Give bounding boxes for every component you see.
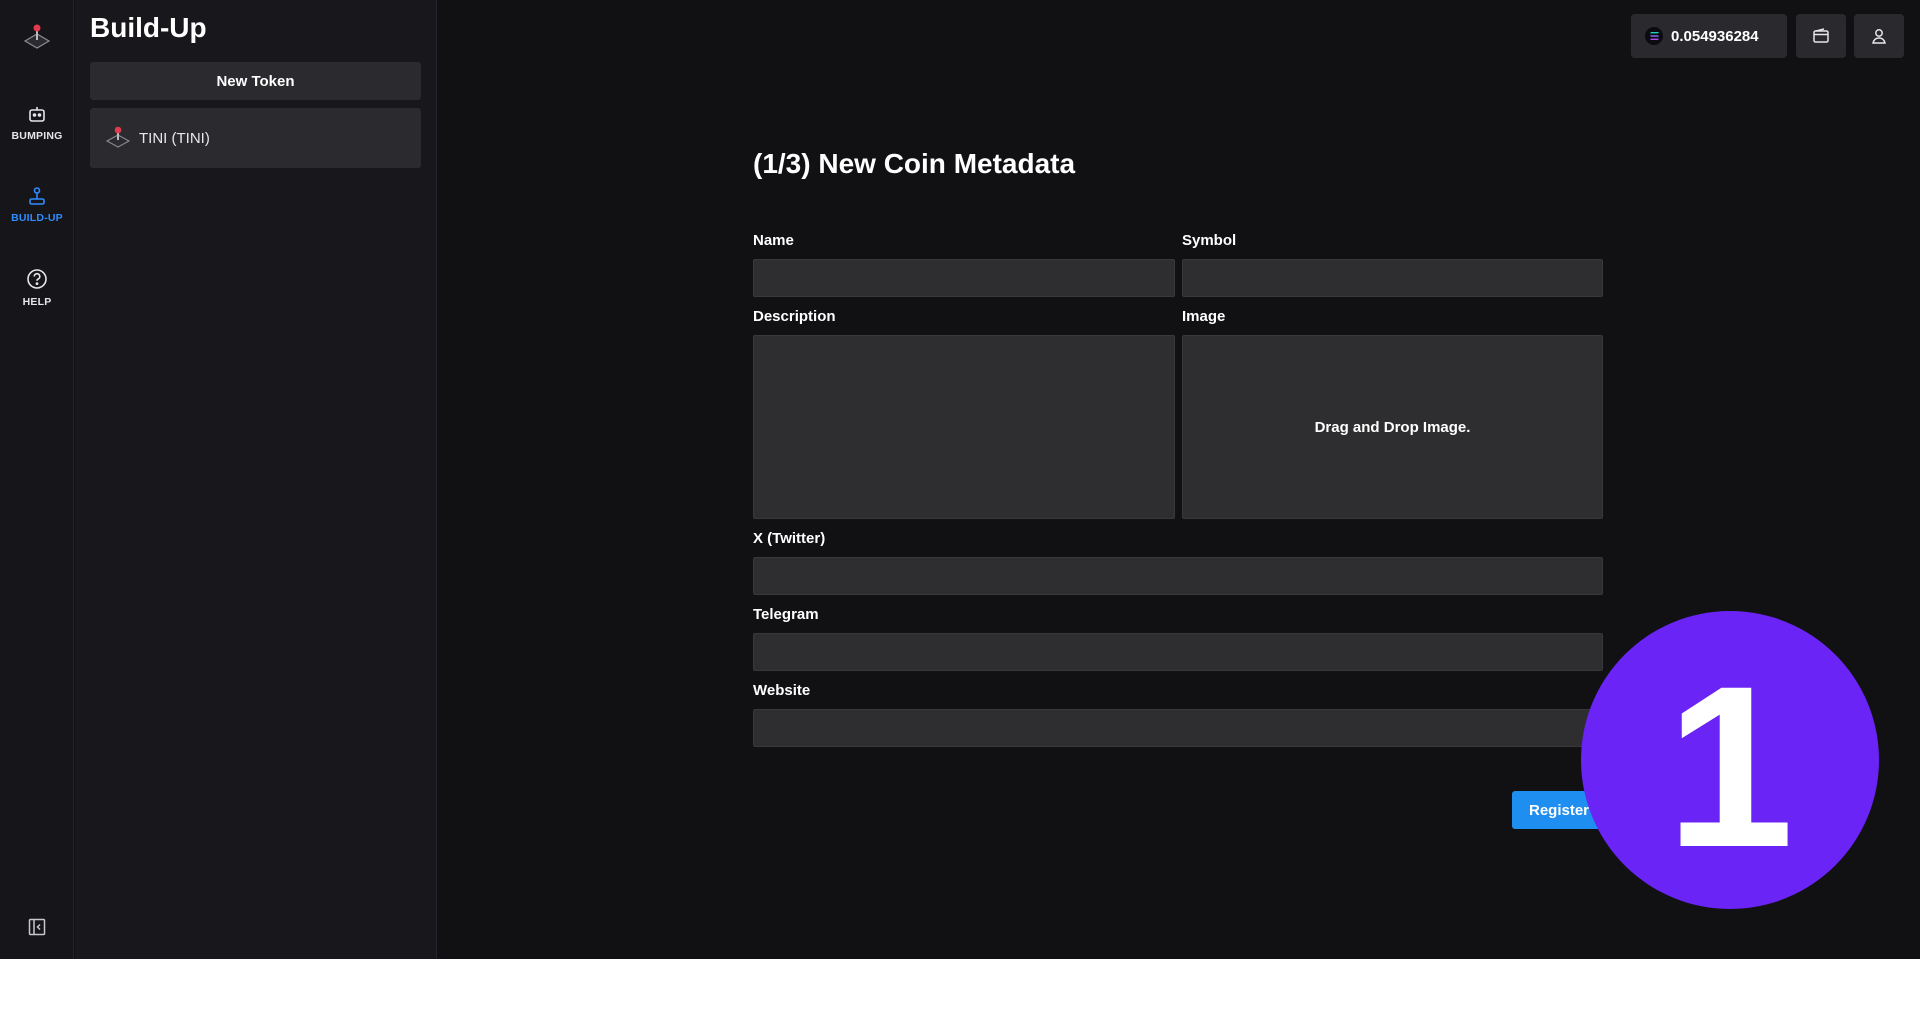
- form-title: (1/3) New Coin Metadata: [753, 148, 1076, 179]
- sidebar-collapse-icon[interactable]: [28, 918, 46, 936]
- name-label: Name: [753, 232, 794, 249]
- rail-item-label: BUMPING: [11, 130, 63, 142]
- description-label: Description: [753, 308, 836, 325]
- new-token-button[interactable]: New Token: [90, 62, 421, 100]
- image-label: Image: [1182, 308, 1226, 325]
- joystick-icon: [105, 126, 131, 148]
- profile-button[interactable]: [1854, 14, 1904, 58]
- help-circle-icon: [27, 269, 47, 289]
- rail-item-label: HELP: [22, 296, 52, 308]
- twitter-label: X (Twitter): [753, 530, 826, 547]
- wallet-button[interactable]: [1796, 14, 1846, 58]
- solana-icon: [1645, 27, 1663, 45]
- step-number: 1: [1666, 638, 1794, 895]
- app-window: BUMPING BUILD-UP HELP Build-Up New Token…: [0, 0, 1920, 959]
- panel-title: Build-Up: [90, 12, 207, 43]
- twitter-input[interactable]: [753, 557, 1603, 595]
- app-logo-icon[interactable]: [22, 22, 52, 52]
- icon-rail: BUMPING BUILD-UP HELP: [0, 0, 74, 959]
- telegram-input[interactable]: [753, 633, 1603, 671]
- token-label: TINI (TINI): [139, 129, 210, 147]
- website-label: Website: [753, 682, 811, 699]
- rail-item-bumping[interactable]: BUMPING: [0, 104, 74, 142]
- website-input[interactable]: [753, 709, 1603, 747]
- rail-item-build-up[interactable]: BUILD-UP: [0, 186, 74, 224]
- balance-value: 0.054936284: [1671, 27, 1759, 45]
- user-icon: [1872, 29, 1886, 44]
- robot-icon: [29, 107, 45, 122]
- symbol-input[interactable]: [1182, 259, 1603, 297]
- description-textarea[interactable]: [753, 335, 1175, 519]
- image-dropzone[interactable]: Drag and Drop Image.: [1182, 335, 1603, 519]
- rail-item-label: BUILD-UP: [11, 212, 63, 224]
- name-input[interactable]: [753, 259, 1175, 297]
- telegram-label: Telegram: [753, 606, 819, 623]
- wallet-icon: [1813, 28, 1829, 43]
- symbol-label: Symbol: [1182, 232, 1237, 249]
- joystick-icon: [29, 187, 45, 205]
- balance-button[interactable]: 0.054936284: [1631, 14, 1787, 58]
- build-up-panel: Build-Up New Token TINI (TINI): [75, 0, 437, 959]
- image-drop-text: Drag and Drop Image.: [1314, 418, 1471, 436]
- step-number-badge: 1: [1581, 611, 1879, 909]
- rail-item-help[interactable]: HELP: [0, 268, 74, 308]
- token-list-item[interactable]: TINI (TINI): [90, 108, 421, 168]
